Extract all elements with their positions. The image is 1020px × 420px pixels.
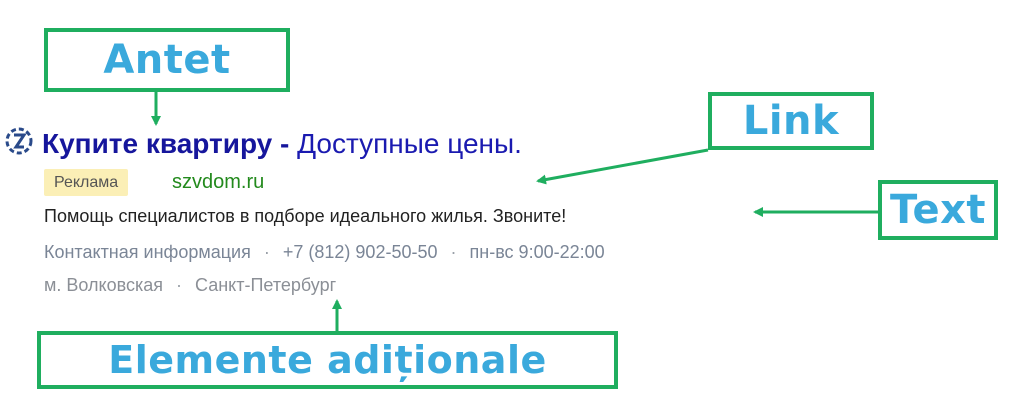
ad-title-rest[interactable]: Доступные цены. [297,128,522,159]
ad-contact-row: Контактная информация · +7 (812) 902-50-… [44,239,605,265]
separator-dot: · [263,242,270,262]
ad-domain-link[interactable]: szvdom.ru [172,168,264,196]
separator-dot: · [450,242,457,262]
working-hours: пн-вс 9:00-22:00 [469,242,605,262]
contact-info-link[interactable]: Контактная информация [44,242,251,262]
metro-station: м. Волковская [44,275,163,295]
ad-title-separator: - [272,128,298,159]
arrow-to-link [536,148,709,185]
ad-location-row: м. Волковская · Санкт-Петербург [44,272,336,298]
ad-title-strong[interactable]: Купите квартиру [42,128,272,159]
phone-link[interactable]: +7 (812) 902-50-50 [283,242,438,262]
ad-title-link[interactable]: Купите квартиру - Доступные цены. [42,126,522,162]
city-name: Санкт-Петербург [195,275,337,295]
ad-badge: Реклама [44,169,129,196]
yandex-logo-icon[interactable] [3,125,35,157]
separator-dot: · [176,275,182,295]
ad-description: Помощь специалистов в подборе идеального… [44,206,567,226]
